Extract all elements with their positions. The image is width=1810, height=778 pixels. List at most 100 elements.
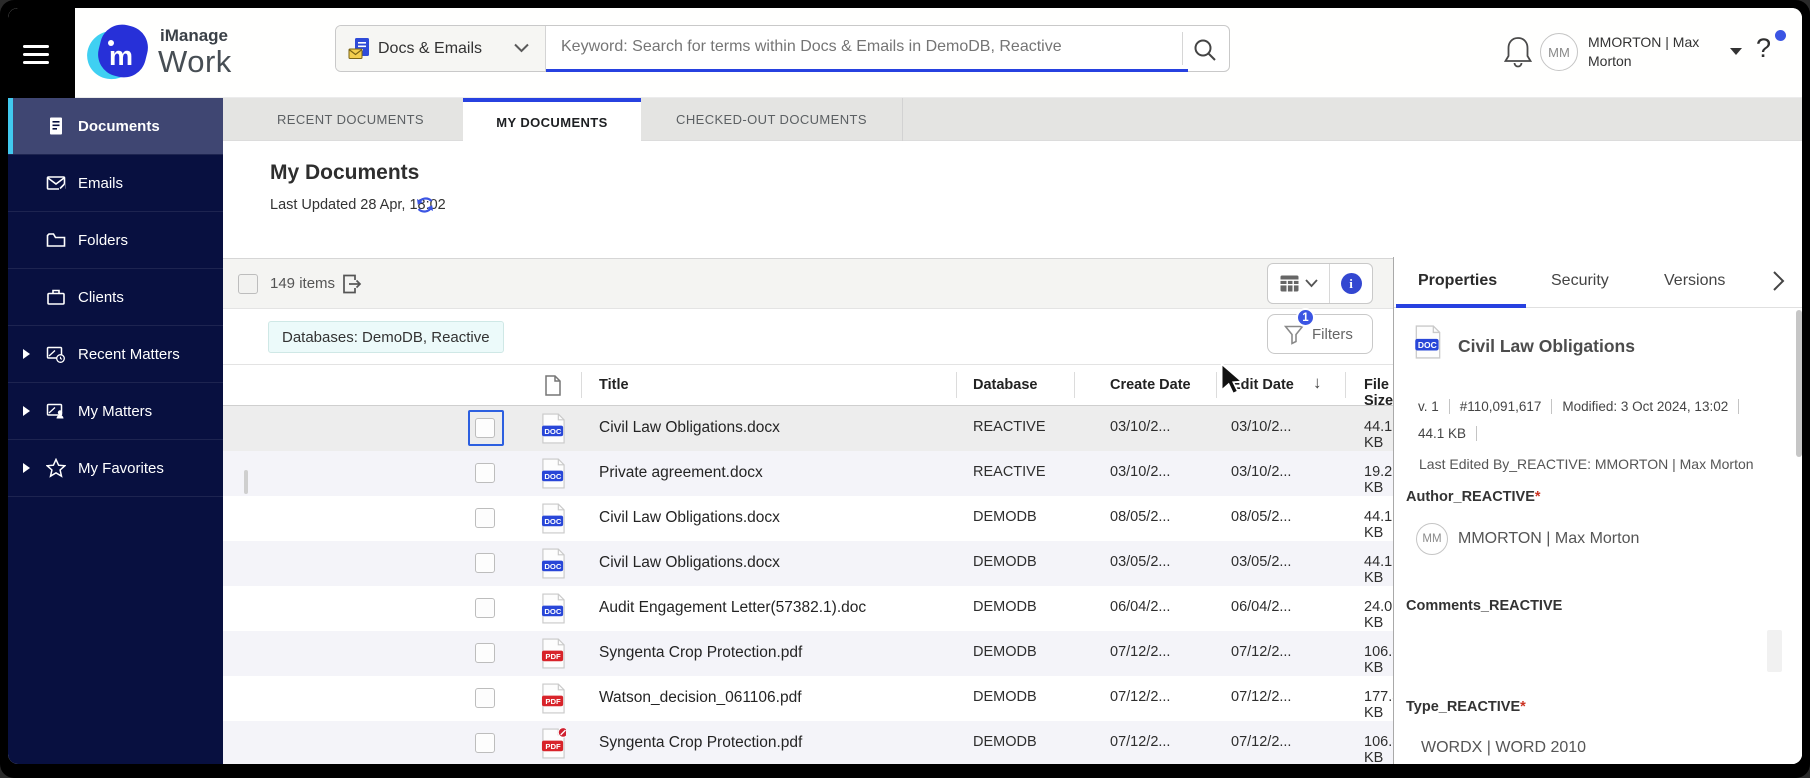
filters-button[interactable]: 1 Filters (1267, 314, 1373, 354)
email-icon (46, 173, 66, 193)
tab-recent-documents[interactable]: RECENT DOCUMENTS (238, 98, 463, 141)
doc-meta-item: v. 1 (1418, 399, 1439, 414)
sidebar-item-recent-matters[interactable]: Recent Matters (8, 326, 223, 383)
svg-text:PDF: PDF (545, 742, 561, 751)
row-create-date: 07/12/2... (1110, 734, 1170, 750)
sidebar-nav: Documents EmailsFoldersClientsRecent Matt… (8, 98, 223, 764)
expand-chevron-icon[interactable] (23, 406, 30, 416)
table-row[interactable]: DOCCivil Law Obligations.docxDEMODB03/05… (223, 541, 1393, 586)
row-checkbox[interactable] (475, 733, 495, 753)
file-icon-cell: DOC (541, 503, 566, 539)
row-title[interactable]: Civil Law Obligations.docx (599, 554, 780, 572)
table-row[interactable]: PDFWatson_decision_061106.pdfDEMODB07/12… (223, 676, 1393, 721)
type-value[interactable]: WORDX | WORD 2010 (1421, 739, 1586, 757)
author-value[interactable]: MMORTON | Max Morton (1458, 530, 1639, 548)
table-header: Title Database Create Date Edit Date ↓ F… (223, 365, 1393, 406)
user-menu-caret-icon[interactable] (1730, 48, 1742, 55)
comments-scrollbar[interactable] (1767, 630, 1782, 672)
panel-more-tabs-chevron-icon[interactable] (1772, 270, 1785, 292)
row-checkbox[interactable] (475, 418, 495, 438)
sidebar-item-my-matters[interactable]: My Matters (8, 383, 223, 440)
search-scope-dropdown[interactable]: Docs & Emails (336, 26, 546, 71)
row-edit-date: 07/12/2... (1231, 689, 1291, 705)
tab-checked-out-documents[interactable]: CHECKED-OUT DOCUMENTS (641, 98, 903, 141)
row-checkbox[interactable] (475, 553, 495, 573)
expand-chevron-icon[interactable] (23, 349, 30, 359)
pdf-file-icon: PDF (541, 683, 566, 714)
tab-my-documents[interactable]: MY DOCUMENTS (463, 98, 641, 142)
sidebar-item-label: Documents (78, 118, 160, 135)
expand-chevron-icon[interactable] (23, 463, 30, 473)
content-scrollbar[interactable] (244, 470, 248, 494)
table-row[interactable]: DOCAudit Engagement Letter(57382.1).docD… (223, 586, 1393, 631)
table-view-button[interactable] (1268, 264, 1330, 303)
row-checkbox[interactable] (475, 688, 495, 708)
table-row[interactable]: PDFSyngenta Crop Protection.pdfDEMODB07/… (223, 631, 1393, 676)
user-avatar[interactable]: MM (1540, 33, 1578, 71)
select-all-checkbox[interactable] (238, 274, 258, 294)
author-field-label: Author_REACTIVE* (1406, 489, 1541, 505)
row-title[interactable]: Audit Engagement Letter(57382.1).doc (599, 599, 866, 617)
file-icon-cell: DOC (541, 413, 566, 449)
folder-icon (46, 230, 66, 250)
brand-name-bottom: Work (158, 44, 232, 80)
column-title[interactable]: Title (599, 377, 629, 393)
table-row[interactable]: DOCCivil Law Obligations.docxREACTIVE03/… (223, 406, 1393, 451)
sidebar-item-clients[interactable]: Clients (8, 269, 223, 326)
row-database: DEMODB (973, 509, 1037, 525)
meta-separator (1551, 399, 1552, 414)
row-title[interactable]: Private agreement.docx (599, 464, 763, 482)
row-edit-date: 03/10/2... (1231, 419, 1291, 435)
panel-tab-security[interactable]: Security (1551, 272, 1609, 290)
search-scope-label: Docs & Emails (378, 40, 482, 58)
user-name[interactable]: MMORTON | Max Morton (1588, 33, 1718, 71)
row-checkbox[interactable] (475, 643, 495, 663)
row-title[interactable]: Syngenta Crop Protection.pdf (599, 644, 802, 662)
docs-and-emails-icon (348, 38, 372, 60)
table-row[interactable]: DOCCivil Law Obligations.docxDEMODB08/05… (223, 496, 1393, 541)
row-title[interactable]: Watson_decision_061106.pdf (599, 689, 802, 707)
database-filter-chip[interactable]: Databases: DemoDB, Reactive (268, 321, 504, 353)
row-checkbox[interactable] (475, 598, 495, 618)
help-button[interactable]: ? (1756, 33, 1771, 64)
table-row[interactable]: PDFSyngenta Crop Protection.pdfDEMODB07/… (223, 721, 1393, 764)
row-title[interactable]: Civil Law Obligations.docx (599, 419, 780, 437)
row-title[interactable]: Civil Law Obligations.docx (599, 509, 780, 527)
column-file-size[interactable]: File Size (1364, 377, 1393, 409)
table-row[interactable]: DOCPrivate agreement.docxREACTIVE03/10/2… (223, 451, 1393, 496)
matter-user-icon (46, 401, 66, 421)
table-view-icon (1280, 275, 1299, 292)
panel-tab-properties[interactable]: Properties (1418, 272, 1497, 290)
search-icon[interactable] (1192, 37, 1218, 63)
notifications-bell-icon[interactable] (1502, 34, 1534, 72)
panel-scrollbar[interactable] (1796, 310, 1802, 457)
hamburger-menu-button[interactable] (8, 8, 75, 98)
row-create-date: 06/04/2... (1110, 599, 1170, 615)
row-create-date: 03/05/2... (1110, 554, 1170, 570)
hamburger-icon (23, 45, 49, 48)
file-icon-cell: PDF (541, 728, 566, 764)
document-list: DOCCivil Law Obligations.docxREACTIVE03/… (223, 406, 1393, 764)
export-list-icon[interactable] (341, 273, 363, 295)
sidebar-item-emails[interactable]: Emails (8, 155, 223, 212)
svg-text:PDF: PDF (545, 697, 561, 706)
file-icon-cell: PDF (541, 638, 566, 674)
svg-text:DOC: DOC (544, 472, 562, 481)
sidebar-item-folders[interactable]: Folders (8, 212, 223, 269)
info-button[interactable]: i (1330, 264, 1372, 303)
sort-desc-icon[interactable]: ↓ (1313, 373, 1322, 393)
row-checkbox[interactable] (475, 508, 495, 528)
column-database[interactable]: Database (973, 377, 1037, 393)
panel-tab-versions[interactable]: Versions (1664, 272, 1725, 290)
row-checkbox[interactable] (475, 463, 495, 483)
search-focus-underline (546, 69, 1188, 72)
row-file-size: 24.0 KB (1364, 599, 1393, 631)
row-title[interactable]: Syngenta Crop Protection.pdf (599, 734, 802, 752)
column-create-date[interactable]: Create Date (1110, 377, 1191, 393)
sidebar-item-documents[interactable]: Documents (8, 98, 223, 155)
row-file-size: 44.1 KB (1364, 554, 1393, 586)
search-divider (1182, 32, 1183, 65)
search-input[interactable] (561, 38, 1161, 56)
refresh-icon[interactable] (415, 195, 435, 215)
sidebar-item-my-favorites[interactable]: My Favorites (8, 440, 223, 497)
